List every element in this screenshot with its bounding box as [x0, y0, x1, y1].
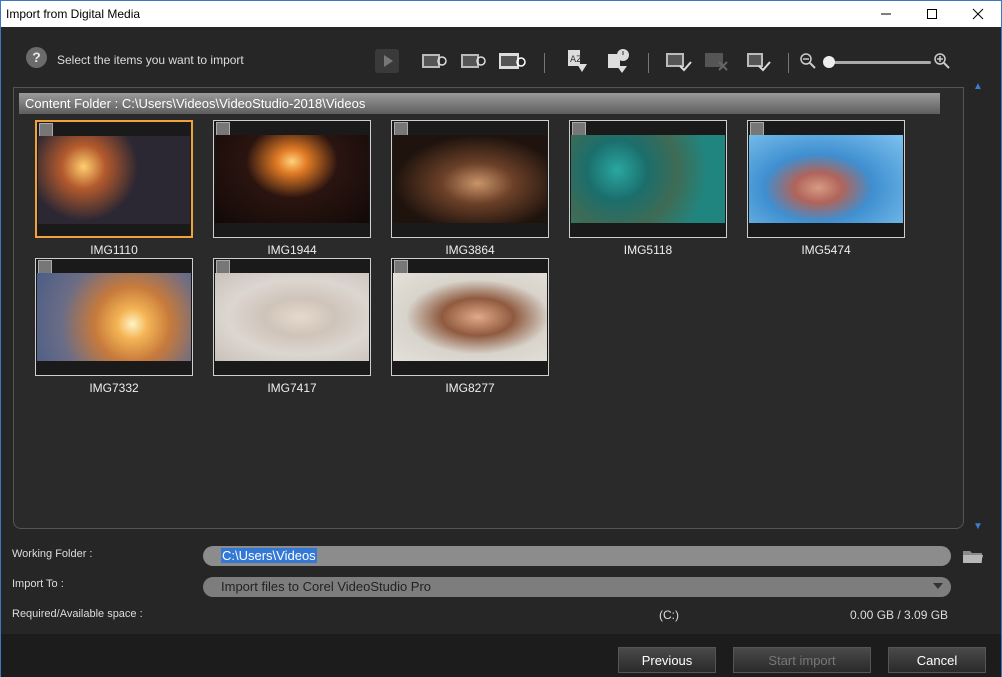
thumbnail-label: IMG5118 [623, 243, 673, 257]
toolbar-separator [648, 53, 649, 73]
drive-label: (C:) [659, 608, 679, 622]
thumbnail-label: IMG5474 [801, 243, 851, 257]
previous-button[interactable]: Previous [618, 647, 716, 673]
thumbnail-checkbox[interactable] [750, 122, 764, 136]
toolbar-separator [544, 53, 545, 73]
thumbnail-image [571, 135, 725, 223]
browse-folder-icon[interactable] [962, 547, 984, 568]
thumbnail-label: IMG8277 [445, 381, 495, 395]
thumbnail-image [215, 273, 369, 361]
thumbnail-image [215, 135, 369, 223]
minimize-button[interactable] [863, 1, 909, 27]
working-folder-input[interactable]: C:\Users\Videos [203, 546, 951, 566]
thumbnail-label: IMG7417 [267, 381, 317, 395]
thumbnail-label: IMG1110 [90, 243, 138, 257]
zoom-slider-handle[interactable] [823, 56, 835, 68]
scroll-up-icon[interactable]: ▲ [973, 81, 983, 92]
sort-by-date-icon[interactable] [603, 47, 633, 75]
thumbnail-image [393, 135, 547, 223]
thumbnail-checkbox[interactable] [394, 122, 408, 136]
space-label: Required/Available space : [12, 608, 143, 620]
zoom-slider-track[interactable] [827, 61, 931, 64]
scroll-down-icon[interactable]: ▼ [973, 521, 983, 532]
select-all-icon[interactable] [663, 47, 693, 75]
media-thumbnail[interactable] [569, 120, 727, 238]
title-bar: Import from Digital Media [1, 1, 1001, 27]
window-title: Import from Digital Media [6, 7, 141, 21]
media-thumbnail[interactable] [35, 120, 193, 238]
thumbnail-checkbox[interactable] [216, 260, 230, 274]
thumbnail-checkbox[interactable] [39, 123, 53, 137]
maximize-button[interactable] [909, 1, 955, 27]
thumbnail-image [749, 135, 903, 223]
deselect-all-icon[interactable] [702, 47, 732, 75]
import-to-select[interactable]: Import files to Corel VideoStudio Pro [203, 577, 951, 597]
import-to-label: Import To : [12, 578, 64, 590]
thumbnail-checkbox[interactable] [394, 260, 408, 274]
zoom-in-icon[interactable] [931, 47, 953, 75]
thumbnail-label: IMG3864 [445, 243, 495, 257]
thumbnail-label: IMG1944 [267, 243, 317, 257]
working-folder-value: C:\Users\Videos [221, 548, 317, 563]
cancel-button[interactable]: Cancel [888, 647, 986, 673]
content-folder-path: Content Folder : C:\Users\Videos\VideoSt… [19, 93, 940, 114]
thumbnail-image [393, 273, 547, 361]
checked-items-icon[interactable] [743, 47, 773, 75]
instruction-text: Select the items you want to import [57, 53, 244, 67]
photo-preview-icon[interactable] [458, 47, 488, 75]
thumbnail-checkbox[interactable] [38, 260, 52, 274]
media-thumbnail[interactable] [747, 120, 905, 238]
media-thumbnail[interactable] [391, 258, 549, 376]
svg-text:AZ: AZ [570, 55, 582, 65]
import-dialog: Import from Digital Media ? Select the i… [0, 0, 1002, 677]
working-folder-label: Working Folder : [12, 548, 93, 560]
toolbar-separator [788, 53, 789, 73]
sort-by-name-icon[interactable]: AZ [562, 47, 592, 75]
media-thumbnail[interactable] [213, 258, 371, 376]
import-to-value: Import files to Corel VideoStudio Pro [221, 579, 432, 594]
chevron-down-icon [933, 583, 943, 589]
help-icon[interactable]: ? [26, 47, 47, 68]
space-value: 0.00 GB / 3.09 GB [850, 608, 949, 622]
thumbnail-checkbox[interactable] [572, 122, 586, 136]
media-thumbnail[interactable] [35, 258, 193, 376]
thumbnail-image [37, 273, 191, 361]
thumbnail-image [38, 136, 190, 224]
thumbnail-checkbox[interactable] [216, 122, 230, 136]
media-thumbnail[interactable] [213, 120, 371, 238]
media-preview-icon[interactable] [497, 47, 527, 75]
zoom-out-icon[interactable] [797, 47, 819, 75]
close-button[interactable] [955, 1, 1001, 27]
media-thumbnail[interactable] [391, 120, 549, 238]
video-preview-icon[interactable] [419, 47, 449, 75]
start-import-button[interactable]: Start import [733, 647, 871, 673]
thumbnail-label: IMG7332 [89, 381, 139, 395]
play-icon[interactable] [372, 47, 402, 75]
